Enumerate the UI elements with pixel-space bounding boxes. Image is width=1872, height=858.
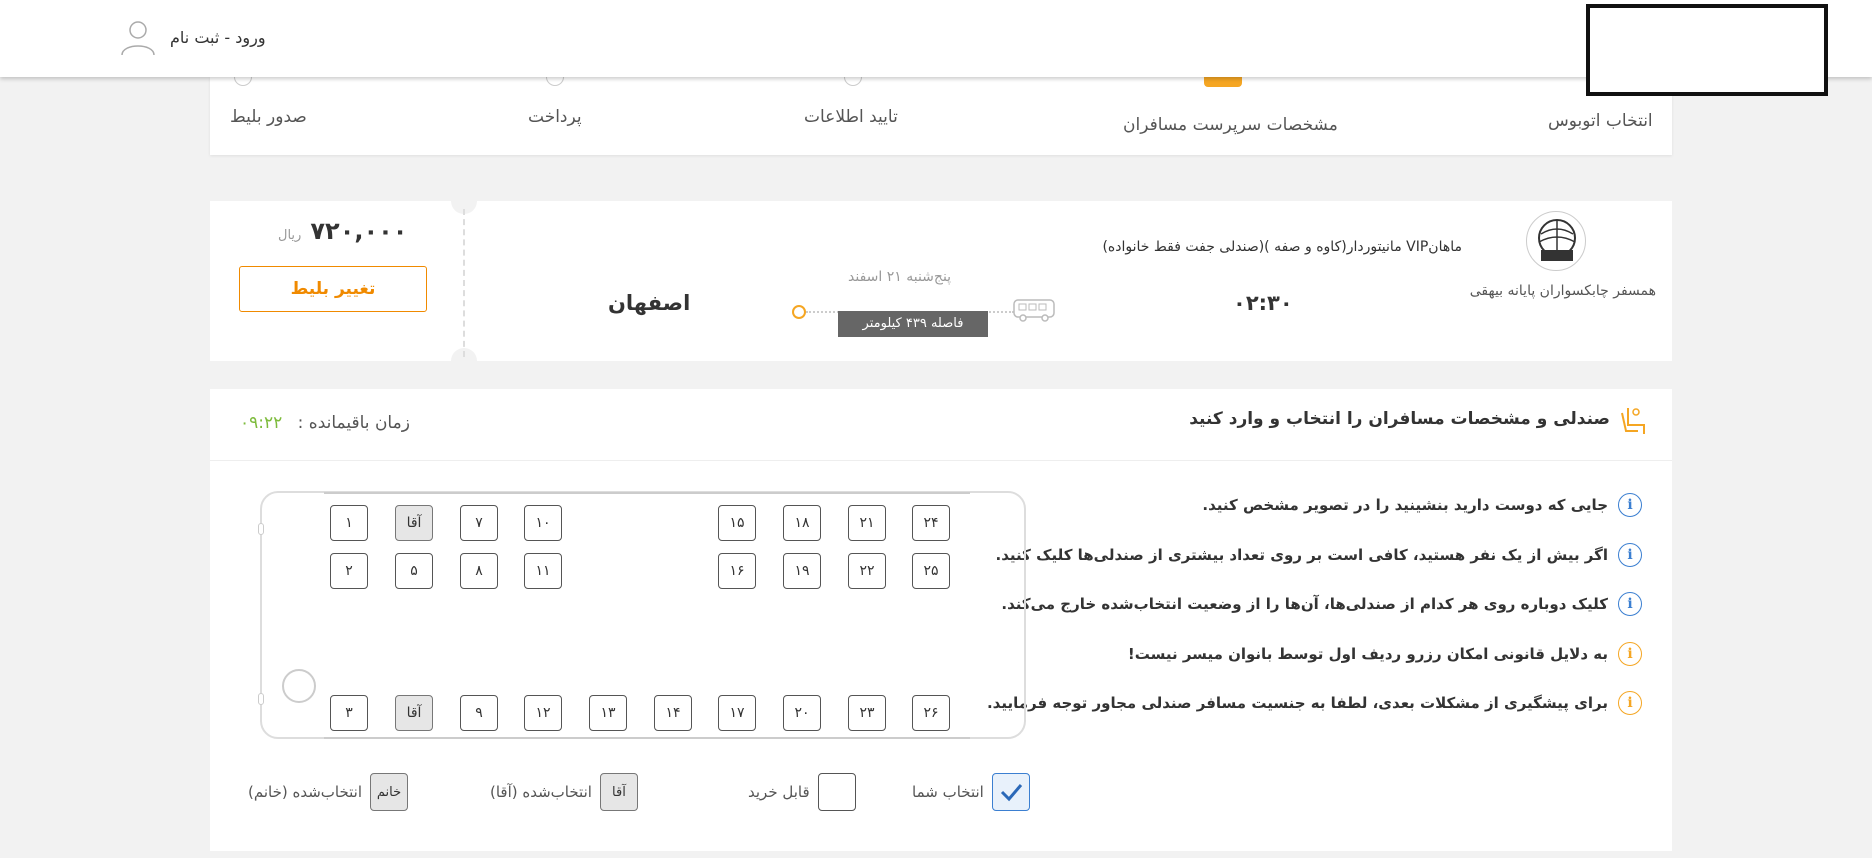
step-select-bus[interactable]: انتخاب اتوبوس [1548, 111, 1653, 131]
brand-logo-placeholder [1586, 4, 1828, 96]
change-ticket-button[interactable]: تغییر بلیط [239, 266, 427, 312]
bus-mirror [258, 523, 264, 535]
company-logo [1526, 211, 1586, 271]
timer-label: زمان باقیمانده : [297, 413, 410, 433]
bus-seat-map: ۱ آقا ۷ ۱۰ ۱۵ ۱۸ ۲۱ ۲۴ ۲ ۵ ۸ ۱۱ ۱۶ ۱۹ ۲۲… [258, 491, 1026, 739]
trip-summary-card: ۷۲۰,۰۰۰ ریال تغییر بلیط اصفهان پنج‌شنبه … [210, 188, 1672, 374]
legend-label: انتخاب‌شده (آقا) [490, 783, 592, 801]
seat[interactable]: ۱۲ [524, 695, 562, 731]
info-icon: i [1618, 493, 1642, 517]
legend-box-male: آقا [599, 773, 638, 811]
legend-available: قابل خرید [748, 773, 856, 811]
price-unit: ریال [278, 228, 302, 243]
info-item: i برای پیشگیری از مشکلات بعدی، لطفا به ج… [987, 691, 1642, 715]
login-label: ورود - ثبت نام [170, 27, 266, 47]
seat-icon [1621, 408, 1645, 434]
seat[interactable]: ۲۲ [848, 553, 886, 589]
warning-icon: i [1618, 691, 1642, 715]
panel-header: صندلی و مشخصات مسافران را انتخاب و وارد … [210, 389, 1672, 461]
seat[interactable]: ۲۰ [783, 695, 821, 731]
steering-wheel-icon [282, 669, 316, 703]
seat[interactable]: ۲۳ [848, 695, 886, 731]
seat[interactable]: ۲۱ [848, 505, 886, 541]
seat[interactable]: ۲ [330, 553, 368, 589]
legend-female: خانم انتخاب‌شده (خانم) [248, 773, 409, 811]
seat[interactable]: ۲۵ [912, 553, 950, 589]
seat-legend: انتخاب شما قابل خرید آقا انتخاب‌شده (آقا… [240, 773, 1260, 813]
bus-step-icon [1204, 77, 1242, 87]
info-text: کلیک دوباره روی هر کدام از صندلی‌ها، آن‌… [1001, 595, 1608, 613]
timer-value: ۰۹:۲۲ [240, 413, 283, 433]
bus-mirror [258, 693, 264, 705]
seat[interactable]: ۹ [460, 695, 498, 731]
seat-taken-male: آقا [395, 695, 433, 731]
warning-icon: i [1618, 641, 1642, 666]
info-item: i به دلایل قانونی امکان رزرو ردیف اول تو… [987, 641, 1642, 666]
legend-box-female: خانم [370, 773, 409, 811]
info-item: i اگر بیش از یک نفر هستید، کافی است بر ر… [987, 542, 1642, 567]
legend-label: قابل خرید [748, 783, 810, 801]
destination-city: اصفهان [608, 291, 691, 315]
seat[interactable]: ۷ [460, 505, 498, 541]
remaining-time: زمان باقیمانده : ۰۹:۲۲ [240, 413, 410, 433]
step-issue-ticket: صدور بلیط [230, 107, 307, 127]
seat[interactable]: ۱۰ [524, 505, 562, 541]
info-item: i کلیک دوباره روی هر کدام از صندلی‌ها، آ… [987, 592, 1642, 616]
legend-selected: انتخاب شما [912, 773, 1030, 811]
seat[interactable]: ۱۳ [589, 695, 627, 731]
info-icon: i [1618, 592, 1642, 616]
seat[interactable]: ۵ [395, 553, 433, 589]
step-payment: پرداخت [528, 107, 582, 127]
trip-date: پنج‌شنبه ۲۱ اسفند [848, 269, 952, 285]
seat-selection-panel: صندلی و مشخصات مسافران را انتخاب و وارد … [210, 389, 1672, 851]
info-text: به دلایل قانونی امکان رزرو ردیف اول توسط… [1127, 644, 1608, 663]
seat-taken-male: آقا [395, 505, 433, 541]
seat[interactable]: ۱۶ [718, 553, 756, 589]
seat[interactable]: ۳ [330, 695, 368, 731]
seat[interactable]: ۸ [460, 553, 498, 589]
panel-title: صندلی و مشخصات مسافران را انتخاب و وارد … [1189, 409, 1610, 429]
booking-steps: صدور بلیط پرداخت تایید اطلاعات مشخصات سر… [210, 68, 1672, 155]
info-text: برای پیشگیری از مشکلات بعدی، لطفا به جنس… [986, 694, 1608, 712]
seat[interactable]: ۱۵ [718, 505, 756, 541]
seat[interactable]: ۱ [330, 505, 368, 541]
seat[interactable]: ۱۱ [524, 553, 562, 589]
departure-time: ۰۲:۳۰ [1233, 291, 1293, 315]
seat[interactable]: ۱۷ [718, 695, 756, 731]
legend-box-available [817, 773, 856, 811]
seat-instructions: i جایی که دوست دارید بنشینید را در تصویر… [987, 493, 1642, 741]
step-confirm-info: تایید اطلاعات [804, 107, 898, 127]
seat[interactable]: ۲۶ [912, 695, 950, 731]
info-icon: i [1618, 542, 1642, 567]
seat[interactable]: ۱۹ [783, 553, 821, 589]
bus-description: ماهانVIP مانیتوردار(کاوه و صفه )(صندلی ج… [1102, 239, 1462, 255]
bus-rail [324, 492, 970, 494]
info-text: جایی که دوست دارید بنشینید را در تصویر م… [1202, 496, 1608, 514]
legend-male: آقا انتخاب‌شده (آقا) [490, 773, 638, 811]
price-value: ۷۲۰,۰۰۰ [310, 217, 408, 245]
ticket-divider [463, 209, 465, 357]
company-name: همسفر چابکسواران پایانه بیهقی [1469, 283, 1656, 299]
checkmark-icon [991, 773, 1030, 811]
legend-label: انتخاب‌شده (خانم) [248, 783, 363, 801]
bus-rail [324, 737, 970, 739]
user-icon [121, 21, 155, 56]
bus-icon [1013, 299, 1055, 322]
distance-badge: فاصله ۴۳۹ کیلومتر [838, 311, 988, 337]
info-text: اگر بیش از یک نفر هستید، کافی است بر روی… [995, 545, 1608, 564]
login-link[interactable]: ورود - ثبت نام [120, 18, 266, 56]
info-item: i جایی که دوست دارید بنشینید را در تصویر… [987, 493, 1642, 517]
seat[interactable]: ۱۴ [654, 695, 692, 731]
route-destination-dot [792, 305, 806, 319]
seat[interactable]: ۲۴ [912, 505, 950, 541]
ticket-price: ۷۲۰,۰۰۰ ریال [278, 217, 407, 245]
seat[interactable]: ۱۸ [783, 505, 821, 541]
step-passenger-details: مشخصات سرپرست مسافران [1123, 115, 1338, 135]
legend-label: انتخاب شما [912, 783, 984, 801]
